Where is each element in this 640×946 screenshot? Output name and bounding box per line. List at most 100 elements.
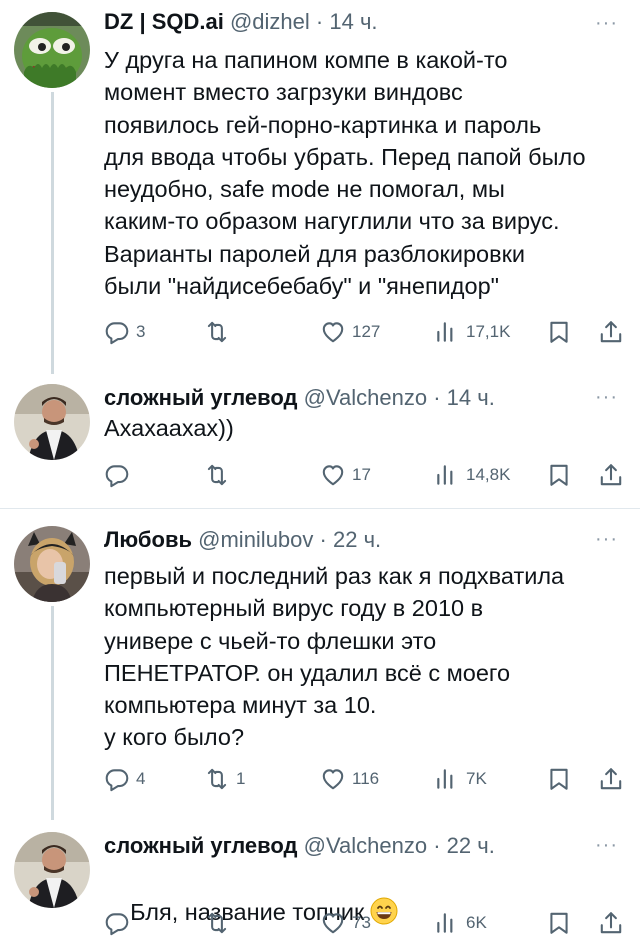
tweet-header: сложный углевод @Valchenzo · 22 ч.	[104, 828, 640, 864]
more-options-icon[interactable]: ···	[595, 382, 618, 412]
heart-icon	[320, 766, 346, 792]
reply-icon	[104, 766, 130, 792]
views-button[interactable]: 6K	[434, 906, 487, 940]
tweet-header: сложный углевод @Valchenzo · 14 ч.	[104, 380, 640, 416]
reply-button[interactable]: 3	[104, 315, 145, 349]
share-button[interactable]	[598, 762, 624, 796]
like-count: 116	[352, 769, 380, 788]
reply-icon	[104, 319, 130, 345]
reply-button[interactable]	[104, 458, 136, 492]
avatar[interactable]	[14, 526, 90, 602]
views-chart-icon	[434, 319, 460, 345]
display-name[interactable]: DZ | SQD.ai	[104, 9, 224, 34]
separator-dot: ·	[433, 385, 441, 410]
retweet-button[interactable]	[204, 315, 236, 349]
more-options-icon[interactable]: ···	[595, 524, 618, 554]
thread-line	[51, 606, 54, 820]
tweet[interactable]: DZ | SQD.ai @dizhel · 14 ч. ··· У друга …	[0, 0, 640, 374]
like-count: 73	[352, 913, 371, 932]
tweet-text: Ахахаахах))	[104, 415, 234, 441]
retweet-button[interactable]	[204, 906, 236, 940]
views-chart-icon	[434, 766, 460, 792]
share-icon	[598, 462, 624, 488]
pepe-avatar-icon	[14, 12, 90, 88]
share-button[interactable]	[598, 906, 624, 940]
retweet-button[interactable]: 1	[204, 762, 245, 796]
reply-count: 3	[136, 322, 146, 341]
action-bar: 3 127 17,1K	[104, 315, 634, 349]
timestamp[interactable]: 14 ч.	[329, 9, 377, 34]
share-icon	[598, 319, 624, 345]
woman-avatar-icon	[14, 526, 90, 602]
retweet-icon	[204, 910, 230, 936]
display-name[interactable]: сложный углевод	[104, 833, 298, 858]
action-bar: 4 1 116 7K	[104, 762, 634, 796]
avatar[interactable]	[14, 832, 90, 908]
views-button[interactable]: 17,1K	[434, 315, 510, 349]
tweet-text: У друга на папином компе в какой-то моме…	[104, 47, 586, 300]
man-avatar-icon	[14, 384, 90, 460]
view-count: 6K	[466, 913, 487, 932]
separator-dot: ·	[315, 9, 324, 34]
avatar[interactable]	[14, 384, 90, 460]
user-handle[interactable]: @Valchenzo	[304, 385, 427, 410]
retweet-icon	[204, 766, 230, 792]
reply-icon	[104, 910, 130, 936]
views-chart-icon	[434, 462, 460, 488]
share-icon	[598, 766, 624, 792]
like-count: 17	[352, 465, 371, 484]
view-count: 14,8K	[466, 465, 511, 484]
tweet-header: Любовь @minilubov · 22 ч.	[104, 522, 640, 558]
action-bar: 73 6K	[104, 906, 634, 940]
tweet[interactable]: сложный углевод @Valchenzo · 14 ч. ··· А…	[0, 374, 640, 506]
like-button[interactable]: 127	[320, 315, 380, 349]
more-options-icon[interactable]: ···	[595, 8, 618, 38]
bookmark-button[interactable]	[546, 458, 572, 492]
view-count: 7K	[466, 769, 487, 788]
tweet[interactable]: сложный углевод @Valchenzo · 22 ч. ··· Б…	[0, 820, 640, 946]
heart-icon	[320, 462, 346, 488]
bookmark-button[interactable]	[546, 315, 572, 349]
like-count: 127	[352, 322, 381, 341]
avatar[interactable]	[14, 12, 90, 88]
views-button[interactable]: 14,8K	[434, 458, 510, 492]
display-name[interactable]: сложный углевод	[104, 385, 298, 410]
heart-icon	[320, 910, 346, 936]
tweet-text: первый и последний раз как я подхватила …	[104, 563, 565, 751]
bookmark-icon	[546, 766, 572, 792]
display-name[interactable]: Любовь	[104, 527, 192, 552]
retweet-icon	[204, 462, 230, 488]
user-handle[interactable]: @dizhel	[230, 9, 310, 34]
action-bar: 17 14,8K	[104, 458, 634, 492]
view-count: 17,1K	[466, 322, 511, 341]
separator-dot: ·	[433, 833, 441, 858]
retweet-button[interactable]	[204, 458, 236, 492]
bookmark-button[interactable]	[546, 762, 572, 796]
tweet-header: DZ | SQD.ai @dizhel · 14 ч.	[104, 4, 640, 40]
share-button[interactable]	[598, 458, 624, 492]
man-avatar-icon	[14, 832, 90, 908]
share-icon	[598, 910, 624, 936]
bookmark-button[interactable]	[546, 906, 572, 940]
like-button[interactable]: 73	[320, 906, 371, 940]
reply-count: 4	[136, 769, 146, 788]
timestamp[interactable]: 22 ч.	[447, 833, 495, 858]
thread-line	[51, 92, 54, 374]
tweet[interactable]: Любовь @minilubov · 22 ч. ··· первый и п…	[0, 512, 640, 820]
user-handle[interactable]: @Valchenzo	[304, 833, 427, 858]
user-handle[interactable]: @minilubov	[198, 527, 313, 552]
reply-button[interactable]: 4	[104, 762, 145, 796]
views-button[interactable]: 7K	[434, 762, 487, 796]
timestamp[interactable]: 22 ч.	[333, 527, 381, 552]
share-button[interactable]	[598, 315, 624, 349]
reply-button[interactable]	[104, 906, 136, 940]
timestamp[interactable]: 14 ч.	[447, 385, 495, 410]
reply-icon	[104, 462, 130, 488]
bookmark-icon	[546, 910, 572, 936]
bookmark-icon	[546, 319, 572, 345]
views-chart-icon	[434, 910, 460, 936]
more-options-icon[interactable]: ···	[595, 830, 618, 860]
like-button[interactable]: 17	[320, 458, 371, 492]
like-button[interactable]: 116	[320, 762, 379, 796]
separator-dot: ·	[319, 527, 327, 552]
